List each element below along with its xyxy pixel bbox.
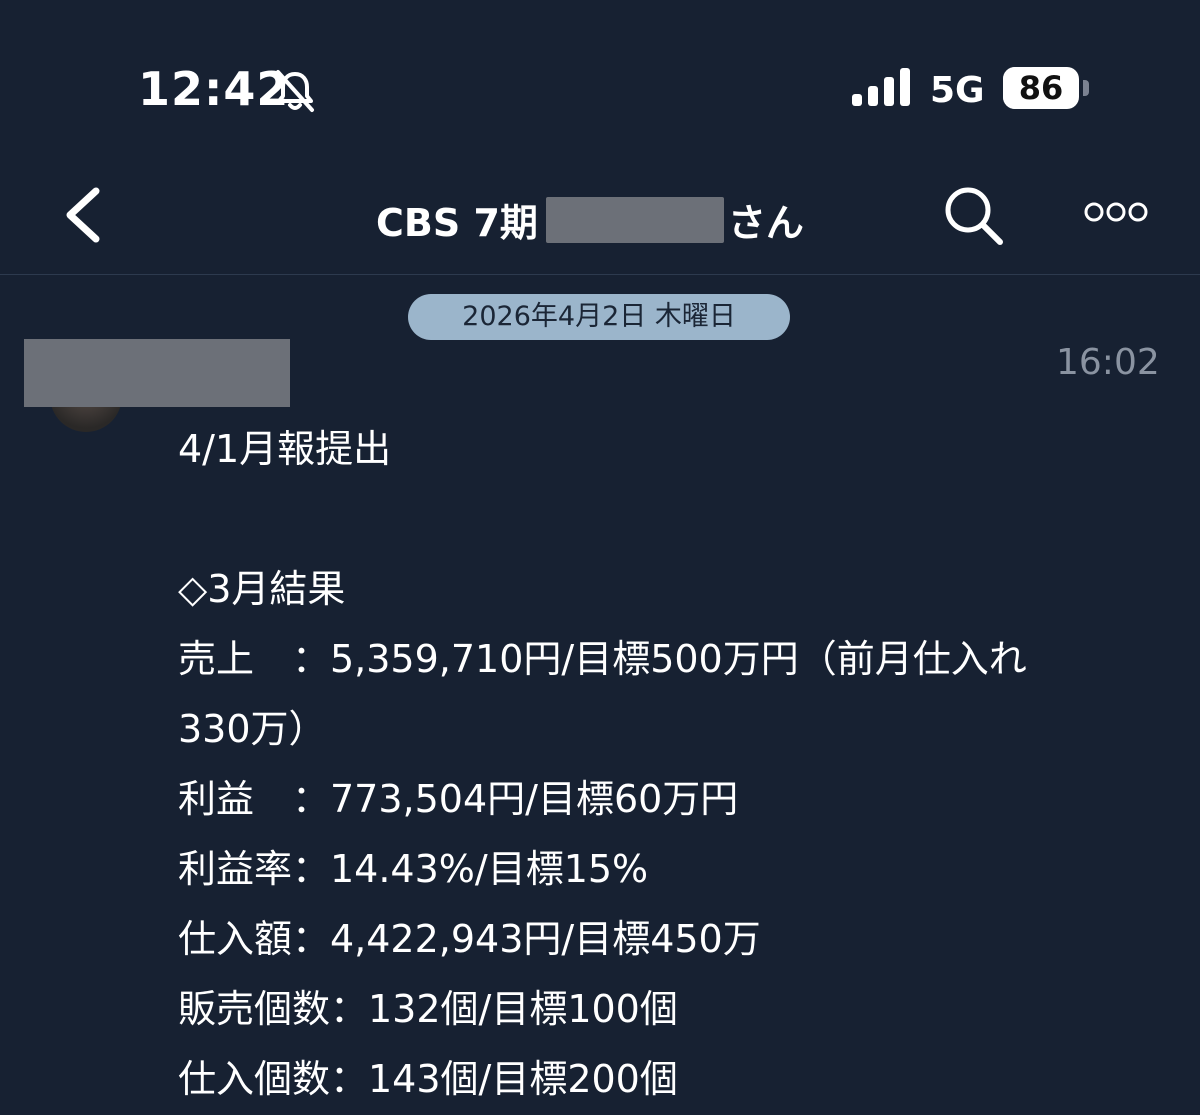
message-line: 仕入個数：143個/目標200個 [178, 1057, 678, 1101]
message-line: 330万） [178, 707, 327, 751]
chat-header: CBS 7期 さん [0, 150, 1200, 275]
message-line [178, 484, 1168, 554]
message-line: 売上 ：5,359,710円/目標500万円（前月仕入れ [178, 637, 1027, 681]
message-time: 16:02 [1056, 342, 1160, 383]
redacted-name [545, 196, 724, 243]
message-line: 仕入額：4,422,943円/目標450万 [178, 917, 761, 961]
battery-icon: 86 [1003, 67, 1079, 109]
message-line: 4/1月報提出 [178, 427, 392, 471]
chat-title: CBS 7期 さん [376, 192, 804, 247]
date-separator: 2026年4月2日 木曜日 [408, 294, 790, 340]
message-line: 利益率：14.43%/目標15% [178, 847, 649, 891]
search-icon[interactable] [940, 182, 1006, 248]
network-type: 5G [930, 70, 985, 111]
redacted-sender-name [24, 339, 290, 407]
chat-title-suffix: さん [727, 201, 804, 245]
message-bubble[interactable]: 4/1月報提出 ◇3月結果売上 ：5,359,710円/目標500万円（前月仕入れ… [178, 414, 1168, 1114]
battery-percent: 86 [1018, 69, 1064, 107]
status-time: 12:42 [138, 62, 290, 116]
message-line: 利益 ：773,504円/目標60万円 [178, 777, 739, 821]
message-line: 販売個数：132個/目標100個 [178, 987, 678, 1031]
bell-slash-icon [276, 70, 314, 112]
status-bar: 12:42 5G 86 [0, 0, 1200, 150]
battery-cap [1083, 80, 1089, 96]
chat-title-prefix: CBS 7期 [376, 201, 538, 245]
message-line: ◇3月結果 [178, 567, 346, 611]
chevron-left-icon[interactable] [60, 185, 104, 245]
more-icon[interactable] [1084, 200, 1148, 224]
signal-icon [852, 68, 910, 106]
